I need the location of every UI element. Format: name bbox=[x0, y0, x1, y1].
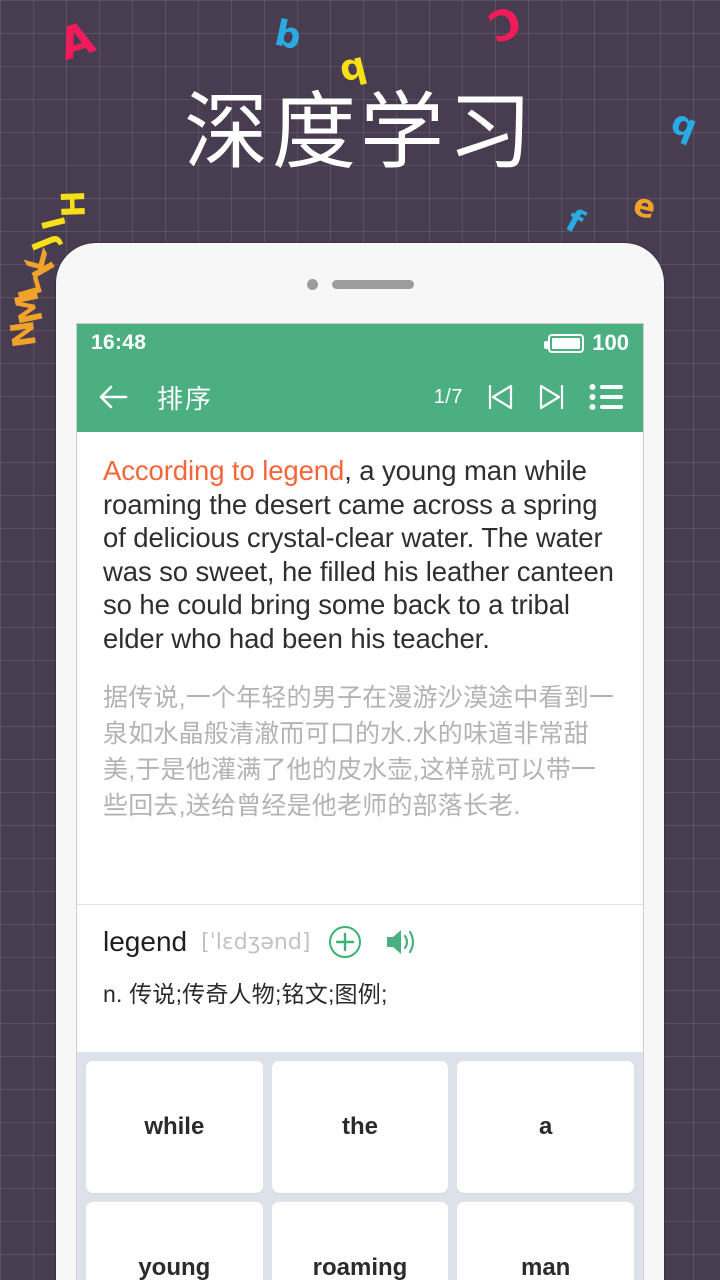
dictionary-word: legend bbox=[103, 926, 188, 957]
word-tile[interactable]: young bbox=[86, 1202, 263, 1280]
camera-dot-icon bbox=[306, 279, 318, 290]
word-tile[interactable]: a bbox=[457, 1061, 634, 1193]
arrow-left-icon[interactable] bbox=[95, 379, 131, 415]
page-counter: 1/7 bbox=[433, 385, 463, 408]
article-body: According to legend, a young man while r… bbox=[77, 432, 643, 904]
app-bar: 排序 1/7 bbox=[77, 362, 643, 432]
skip-next-icon[interactable] bbox=[533, 378, 571, 416]
decorative-letter: N bbox=[2, 318, 45, 350]
dictionary-headword-row: legend [ˈlɛdʒənd] bbox=[103, 925, 617, 959]
skip-previous-icon[interactable] bbox=[481, 378, 519, 416]
word-tile[interactable]: the bbox=[271, 1061, 449, 1193]
dictionary-panel: legend [ˈlɛdʒənd] n. 传说;传奇人物;铭文;图例; bbox=[77, 904, 643, 1052]
dictionary-definition: n. 传说;传奇人物;铭文;图例; bbox=[103, 981, 388, 1007]
highlighted-phrase[interactable]: According to legend bbox=[103, 455, 344, 486]
status-right-group: 100 bbox=[544, 330, 629, 356]
status-bar: 16:48 100 bbox=[77, 324, 643, 362]
decorative-letter: A bbox=[52, 12, 101, 72]
decorative-letter: f bbox=[559, 200, 591, 242]
plus-circle-icon[interactable] bbox=[328, 925, 362, 959]
phone-notch bbox=[56, 279, 664, 290]
decorative-letter: b bbox=[271, 12, 305, 59]
english-paragraph: According to legend, a young man while r… bbox=[103, 454, 617, 655]
dictionary-phonetic: [ˈlɛdʒənd] bbox=[201, 929, 311, 955]
battery-icon bbox=[544, 333, 585, 353]
word-tile[interactable]: man bbox=[457, 1202, 634, 1280]
earpiece-speaker-icon bbox=[331, 280, 414, 289]
phone-mockup: 16:48 100 排序 1/7 According to legend, a … bbox=[56, 243, 664, 1280]
decorative-letter: e bbox=[629, 184, 660, 228]
battery-percent-label: 100 bbox=[592, 330, 629, 355]
word-tile[interactable]: while bbox=[86, 1061, 263, 1193]
decorative-letter: C bbox=[481, 0, 528, 52]
status-time: 16:48 bbox=[91, 331, 147, 354]
speaker-icon[interactable] bbox=[384, 926, 420, 958]
list-icon[interactable] bbox=[589, 382, 623, 412]
chinese-translation: 据传说,一个年轻的男子在漫游沙漠途中看到一泉如水晶般清澈而可口的水.水的味道非常… bbox=[103, 684, 615, 820]
page-title: 深度学习 bbox=[183, 87, 536, 180]
word-tile-grid: while the a young roaming man bbox=[77, 1052, 643, 1280]
app-bar-title: 排序 bbox=[157, 383, 214, 414]
decorative-letter: q bbox=[335, 44, 371, 91]
word-tile[interactable]: roaming bbox=[271, 1202, 449, 1280]
decorative-letter: I bbox=[34, 212, 74, 234]
phone-screen: 16:48 100 排序 1/7 According to legend, a … bbox=[76, 323, 644, 1280]
